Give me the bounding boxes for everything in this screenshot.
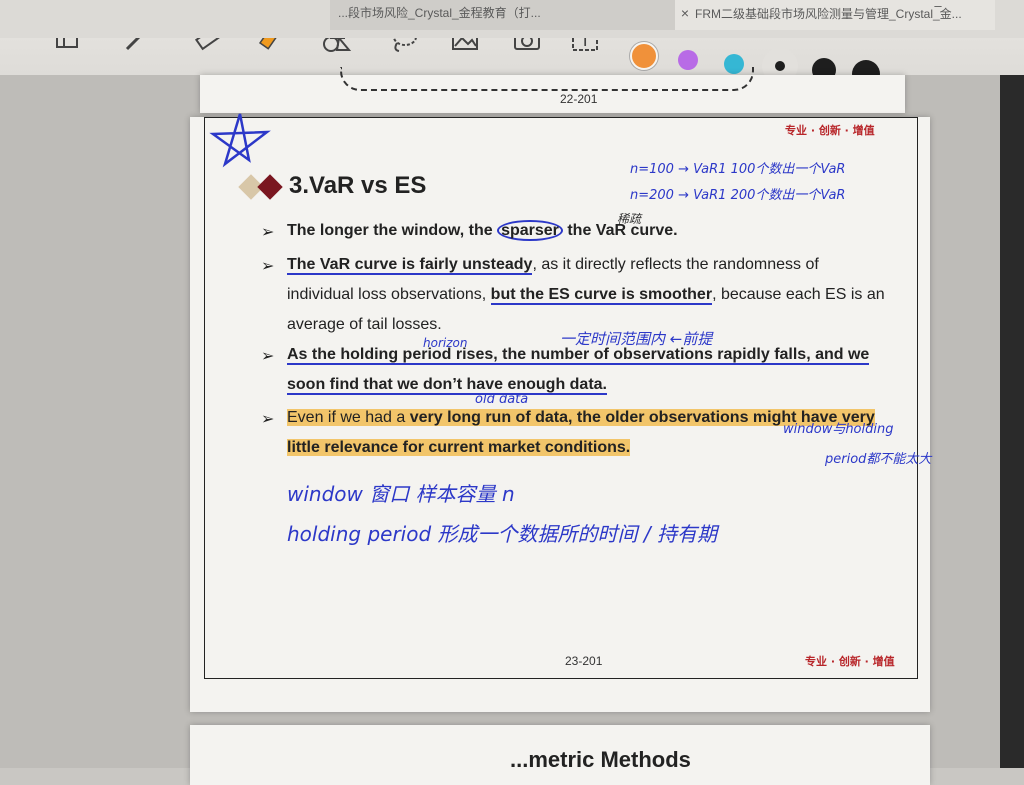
- title-diamond-icon: [257, 174, 283, 200]
- bullet-arrow-icon: ➢: [261, 224, 275, 241]
- tab-document-1[interactable]: ...段市场风险_Crystal_金程教育（打...: [330, 0, 675, 30]
- screen-bezel: [1000, 75, 1024, 768]
- handwritten-note: n=100 → VaR1 100个数出一个VaR: [630, 162, 846, 177]
- previous-page: 22-201: [200, 67, 905, 113]
- tab-label: ...段市场风险_Crystal_金程教育（打...: [338, 6, 541, 20]
- handwritten-note: old data: [475, 392, 529, 407]
- handwritten-note: 一定时间范围内 ←前提: [560, 330, 713, 348]
- handwritten-note: window 窗口 样本容量 n: [287, 482, 515, 506]
- bullet-1-circled: sparser: [497, 220, 563, 241]
- tab-document-2[interactable]: × FRM二级基础段市场风险测量与管理_Crystal_金...: [675, 0, 995, 30]
- handwritten-note: horizon: [423, 336, 468, 350]
- bullet-3-text: As the holding period rises, the number …: [287, 346, 870, 395]
- bullet-arrow-icon: ➢: [261, 348, 275, 365]
- slide-title: 3.VaR vs ES: [289, 172, 427, 199]
- bullet-4-text: Even if we had a: [287, 409, 410, 426]
- bullet-arrow-icon: ➢: [261, 258, 275, 275]
- star-annotation-icon: [209, 113, 271, 168]
- brand-slogan: 专业 · 创新 · 增值: [805, 655, 895, 668]
- slide: 专业 · 创新 · 增值 3.VaR vs ES ➢ The longer th…: [204, 113, 931, 679]
- tab-label: FRM二级基础段市场风险测量与管理_Crystal_金...: [695, 7, 962, 21]
- tab-strip: ...段市场风险_Crystal_金程教育（打... × FRM二级基础段市场风险…: [0, 0, 1024, 38]
- bullet-2-bold: but the ES curve is smoother: [490, 286, 713, 305]
- bullet-3: As the holding period rises, the number …: [287, 340, 887, 400]
- bullet-1-text: The longer the window, the: [287, 222, 498, 239]
- bullet-1: The longer the window, the sparser the V…: [287, 216, 887, 246]
- current-page: 专业 · 创新 · 增值 3.VaR vs ES ➢ The longer th…: [190, 113, 931, 712]
- page-decoration: [340, 67, 754, 91]
- window-minimize-icon[interactable]: –: [930, 0, 946, 14]
- bullet-2: The VaR curve is fairly unsteady, as it …: [287, 250, 887, 340]
- next-page-title: ...metric Methods: [510, 747, 691, 772]
- color-orange[interactable]: [630, 42, 658, 70]
- next-page: ...metric Methods: [190, 725, 930, 785]
- page-number: 23-201: [565, 654, 603, 668]
- handwritten-note: 稀疏: [617, 212, 642, 226]
- bullet-2-bold: The VaR curve is fairly unsteady: [287, 256, 533, 275]
- handwritten-note: window与holding: [783, 422, 894, 437]
- tab-close-icon[interactable]: ×: [675, 0, 695, 26]
- document-viewer: 22-201 专业 · 创新 · 增值 3.VaR vs ES ➢ The lo…: [0, 67, 1024, 785]
- handwritten-note: holding period 形成一个数据所的时间 / 持有期: [287, 522, 717, 546]
- handwritten-note: n=200 → VaR1 200个数出一个VaR: [630, 188, 846, 203]
- previous-page-number: 22-201: [560, 92, 598, 106]
- handwritten-note: period都不能太大: [825, 452, 932, 467]
- brand-slogan: 专业 · 创新 · 增值: [785, 124, 875, 137]
- bullet-arrow-icon: ➢: [261, 411, 275, 428]
